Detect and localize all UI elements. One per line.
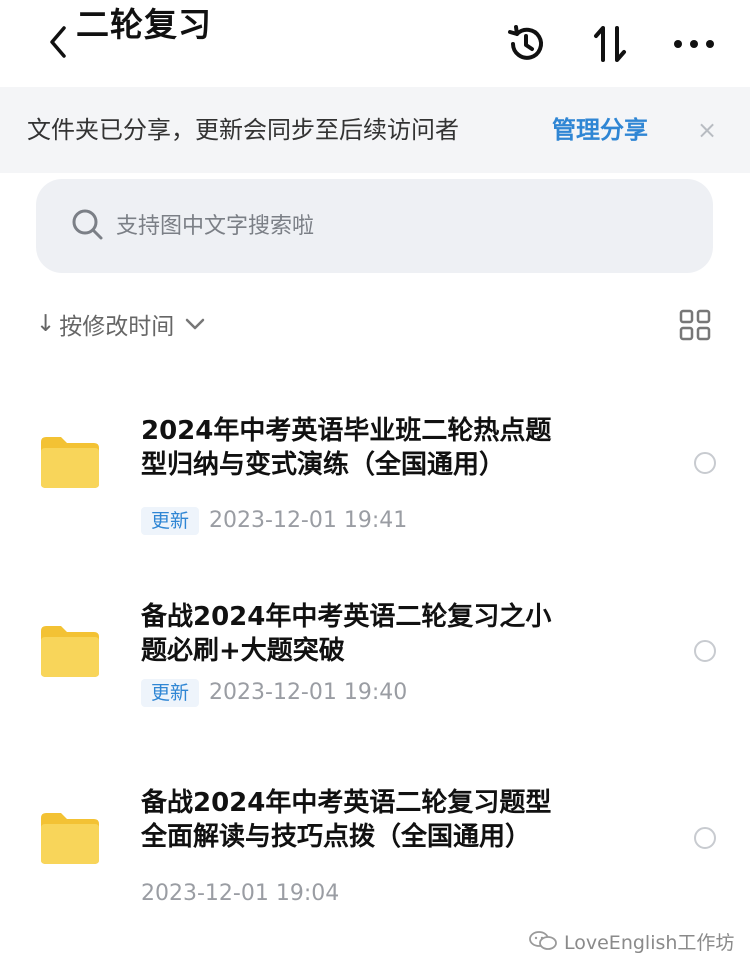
page-title: 二轮复习 [76, 5, 212, 44]
list-item[interactable]: 2024年中考英语毕业班二轮热点题 型归纳与变式演练（全国通用） 更新 2023… [0, 396, 750, 546]
item-title: 2024年中考英语毕业班二轮热点题 [141, 416, 552, 446]
item-title-line2: 全面解读与技巧点拨（全国通用） [141, 822, 532, 852]
sort-order-button[interactable] [586, 20, 634, 68]
modified-date: 2023-12-01 19:04 [141, 881, 340, 906]
history-icon [508, 25, 543, 60]
grid-view-icon[interactable] [678, 308, 712, 342]
update-badge: 更新 [141, 679, 200, 707]
folder-icon [41, 813, 99, 864]
list-item[interactable]: 备战2024年中考英语二轮复习之小 题必刷+大题突破 更新 2023-12-01… [0, 586, 750, 716]
list-item[interactable]: 备战2024年中考英语二轮复习题型 全面解读与技巧点拨（全国通用） 2023-1… [0, 770, 750, 915]
item-title-line2: 型归纳与变式演练（全国通用） [141, 450, 506, 480]
chevron-down-icon [186, 318, 205, 330]
watermark: LoveEnglish工作坊 [528, 928, 734, 954]
update-badge: 更新 [141, 507, 200, 535]
share-banner-text: 文件夹已分享，更新会同步至后续访问者 [27, 116, 459, 144]
close-icon[interactable]: × [692, 116, 722, 144]
modified-date: 2023-12-01 19:41 [209, 508, 408, 533]
more-icon [674, 40, 714, 48]
modified-date: 2023-12-01 19:40 [209, 680, 408, 705]
wechat-icon [529, 931, 557, 950]
item-title-line2: 题必刷+大题突破 [141, 636, 345, 666]
chevron-left-icon [50, 26, 66, 58]
select-checkbox[interactable] [694, 827, 716, 849]
watermark-text: LoveEnglish工作坊 [564, 931, 735, 954]
back-button[interactable] [40, 20, 76, 64]
folder-icon [41, 626, 99, 677]
select-checkbox[interactable] [694, 640, 716, 662]
sort-label: 按修改时间 [59, 314, 175, 340]
more-button[interactable] [670, 20, 718, 68]
manage-share-link[interactable]: 管理分享 [552, 112, 648, 148]
sort-arrows-icon [594, 26, 626, 62]
select-checkbox[interactable] [694, 452, 716, 474]
history-button[interactable] [502, 20, 550, 68]
item-title: 备战2024年中考英语二轮复习题型 [141, 788, 552, 818]
item-title: 备战2024年中考英语二轮复习之小 [141, 602, 552, 632]
search-input[interactable] [116, 205, 676, 247]
search-icon [72, 209, 103, 240]
sort-selector[interactable]: ↓ 按修改时间 [36, 304, 206, 344]
sort-direction-icon: ↓ [36, 311, 56, 337]
folder-icon [41, 437, 99, 488]
